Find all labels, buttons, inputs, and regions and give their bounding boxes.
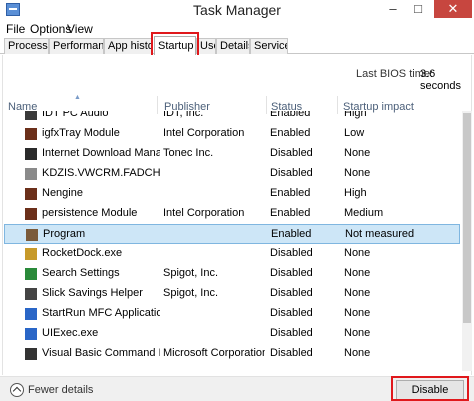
table-row[interactable]: Internet Download Manager...Tonec Inc. Di… [4, 144, 460, 164]
search-icon [25, 268, 37, 280]
table-row[interactable]: igfxTray Module Intel Corporation Enabled L… [4, 124, 460, 144]
row-impact: None [344, 247, 371, 259]
row-impact: Medium [344, 207, 384, 219]
table-row[interactable]: RocketDock.exe Disabled None [4, 244, 460, 264]
bios-time-value: 3.6 seconds [420, 68, 461, 92]
row-name: Program [43, 228, 86, 240]
table-row[interactable]: IDT PC Audio IDT, Inc. Enabled High [4, 111, 460, 124]
program-icon [26, 229, 38, 241]
audio-icon [25, 111, 37, 120]
app-icon [25, 308, 37, 320]
table-row[interactable]: Visual Basic Command Line ...Microsoft C… [4, 344, 460, 364]
row-impact: Low [344, 127, 365, 139]
tab-app-history[interactable]: App histor [104, 38, 152, 54]
window-icon [25, 328, 37, 340]
row-impact: None [344, 347, 371, 359]
download-icon [25, 148, 37, 160]
row-impact: None [344, 267, 371, 279]
row-status: Disabled [270, 167, 313, 179]
menu-options[interactable]: Options [30, 22, 71, 36]
row-name: igfxTray Module [42, 127, 120, 139]
title-bar: Task Manager – □ ✕ [0, 0, 474, 20]
row-impact: High [344, 187, 367, 199]
table-row[interactable]: Program Enabled Not measured [4, 224, 460, 244]
row-name: UIExec.exe [42, 327, 99, 339]
minimize-button[interactable]: – [382, 0, 404, 18]
table-row[interactable]: KDZIS.VWCRM.FADCH.vbe Disabled None [4, 164, 460, 184]
disable-button-highlight [391, 376, 469, 401]
tab-bar: Processes Performance App histor Startup… [0, 36, 474, 55]
program-icon [25, 188, 37, 200]
row-name: Nengine [42, 187, 83, 199]
row-name: Visual Basic Command Line ... [42, 347, 160, 359]
table-row[interactable]: Nengine Enabled High [4, 184, 460, 204]
row-name: Internet Download Manager... [42, 147, 160, 159]
tab-details[interactable]: Details [216, 38, 250, 54]
rocketdock-icon [25, 248, 37, 260]
row-impact: High [344, 111, 367, 119]
row-name: Slick Savings Helper [42, 287, 143, 299]
row-impact: None [344, 167, 371, 179]
row-name: KDZIS.VWCRM.FADCH.vbe [42, 167, 160, 179]
row-status: Enabled [270, 187, 311, 199]
module-icon [25, 208, 37, 220]
row-status: Disabled [270, 267, 313, 279]
tab-processes[interactable]: Processes [4, 38, 49, 54]
table-row[interactable]: Slick Savings Helper Spigot, Inc. Disabled… [4, 284, 460, 304]
tab-performance[interactable]: Performance [49, 38, 104, 54]
row-publisher: Tonec Inc. [163, 147, 214, 159]
row-status: Disabled [270, 147, 313, 159]
row-status: Disabled [270, 287, 313, 299]
row-status: Enabled [271, 228, 312, 240]
row-status: Enabled [270, 207, 311, 219]
row-status: Enabled [270, 127, 311, 139]
vertical-scrollbar[interactable] [462, 111, 472, 371]
helper-icon [25, 288, 37, 300]
row-status: Disabled [270, 307, 313, 319]
menu-view[interactable]: View [67, 22, 93, 36]
row-name: Search Settings [42, 267, 120, 279]
row-publisher: IDT, Inc. [163, 111, 204, 119]
table-row[interactable]: UIExec.exe Disabled None [4, 324, 460, 344]
tab-services[interactable]: Services [250, 38, 288, 54]
table-row[interactable]: StartRun MFC Application Disabled None [4, 304, 460, 324]
tab-users[interactable]: Users [196, 38, 216, 54]
row-status: Disabled [270, 347, 313, 359]
menu-file[interactable]: File [6, 22, 25, 36]
scrollbar-thumb[interactable] [463, 113, 471, 323]
script-icon [25, 168, 37, 180]
row-impact: Not measured [345, 228, 415, 240]
row-impact: None [344, 287, 371, 299]
startup-list: IDT PC Audio IDT, Inc. Enabled High igfxTray… [0, 111, 474, 371]
row-impact: None [344, 147, 371, 159]
close-button[interactable]: ✕ [434, 0, 472, 18]
row-publisher: Spigot, Inc. [163, 267, 219, 279]
row-status: Disabled [270, 247, 313, 259]
row-publisher: Spigot, Inc. [163, 287, 219, 299]
row-impact: None [344, 327, 371, 339]
row-name: RocketDock.exe [42, 247, 123, 259]
maximize-button[interactable]: □ [407, 0, 429, 18]
row-name: StartRun MFC Application [42, 307, 160, 319]
module-icon [25, 128, 37, 140]
row-impact: None [344, 307, 371, 319]
vb-icon [25, 348, 37, 360]
table-row[interactable]: Search Settings Spigot, Inc. Disabled None [4, 264, 460, 284]
row-publisher: Intel Corporation [163, 207, 245, 219]
chevron-up-icon[interactable] [10, 383, 24, 397]
row-name: persistence Module [42, 207, 138, 219]
table-row[interactable]: persistence Module Intel Corporation Enabl… [4, 204, 460, 224]
row-publisher: Microsoft Corporation [163, 347, 265, 359]
row-publisher: Intel Corporation [163, 127, 245, 139]
row-status: Enabled [270, 111, 311, 119]
fewer-details-link[interactable]: Fewer details [28, 384, 93, 396]
row-status: Disabled [270, 327, 313, 339]
row-name: IDT PC Audio [42, 111, 109, 119]
